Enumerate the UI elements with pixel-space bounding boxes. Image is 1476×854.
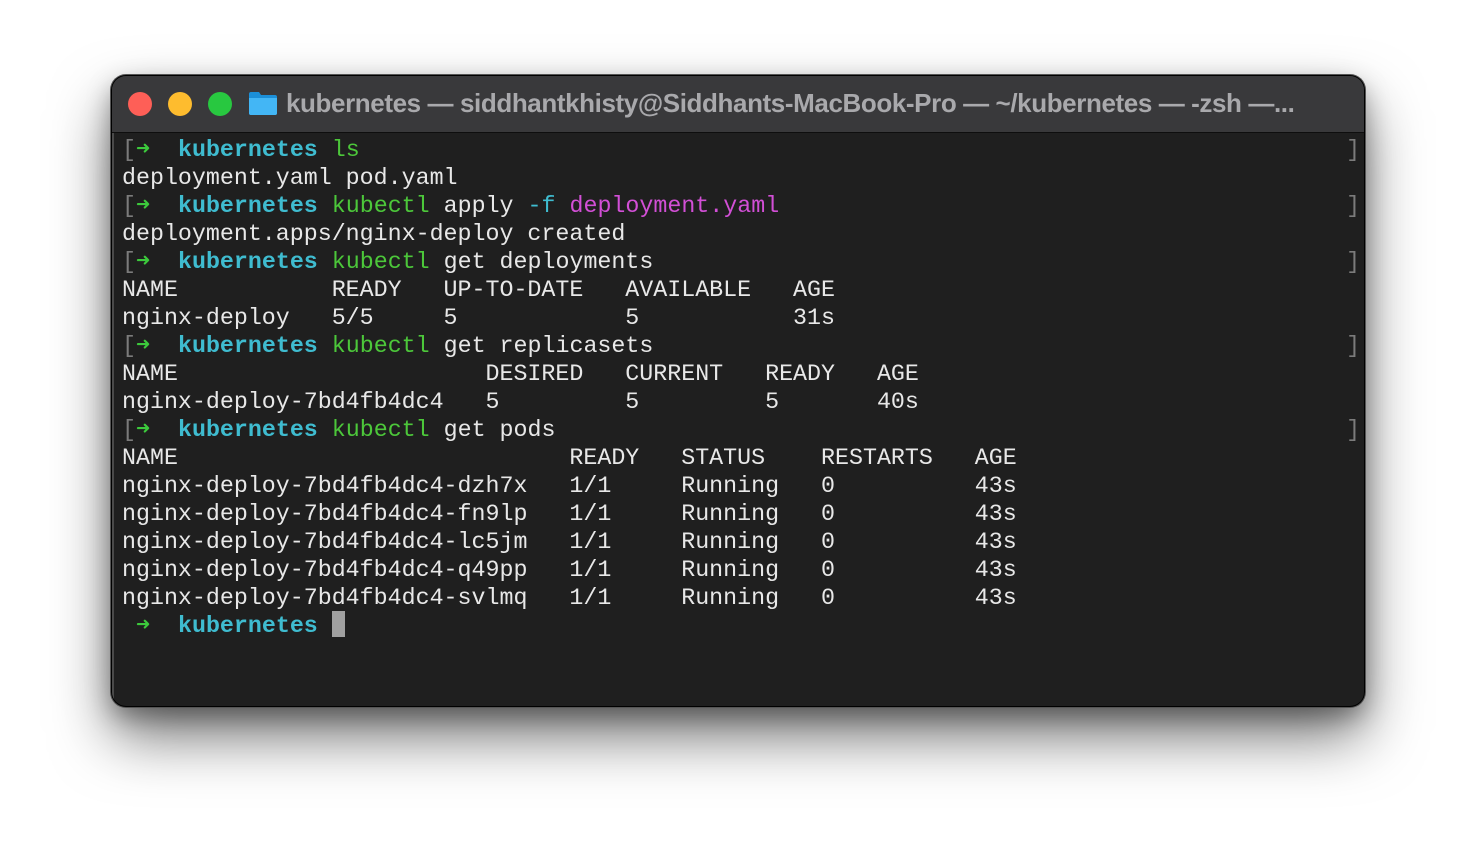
- prompt-arrow-icon: ➜: [135, 333, 151, 359]
- mark-bracket-right: ]: [1346, 333, 1360, 359]
- prompt-arrow-icon: ➜: [135, 613, 151, 639]
- command: kubectl: [331, 249, 430, 275]
- prompt-directory: kubernetes: [177, 249, 318, 275]
- command: kubectl: [331, 333, 430, 359]
- mark-bracket-right: ]: [1346, 193, 1360, 219]
- mark-bracket: [: [122, 249, 136, 275]
- table-header: NAME READY UP-TO-DATE AVAILABLE AGE: [122, 277, 836, 303]
- mark-bracket-right: ]: [1346, 417, 1360, 443]
- folder-icon: [249, 92, 277, 115]
- minimize-button[interactable]: [168, 92, 192, 116]
- command-args: get pods: [429, 417, 556, 443]
- table-row: nginx-deploy-7bd4fb4dc4 5 5 5 40s: [122, 389, 919, 415]
- table-row: nginx-deploy-7bd4fb4dc4-dzh7x 1/1 Runnin…: [122, 473, 1017, 499]
- prompt-line: [➜ kubernetes kubectl get replicasets: [122, 332, 653, 360]
- command-args: apply: [429, 193, 528, 219]
- mark-bracket-right: ]: [1346, 249, 1360, 275]
- mark-bracket: [: [122, 417, 136, 443]
- current-prompt-line[interactable]: ➜ kubernetes: [122, 610, 345, 640]
- prompt-line: [➜ kubernetes kubectl get deployments: [122, 248, 653, 276]
- table-row: nginx-deploy-7bd4fb4dc4-fn9lp 1/1 Runnin…: [122, 501, 1017, 527]
- zoom-button[interactable]: [208, 92, 232, 116]
- prompt-directory: kubernetes: [177, 193, 318, 219]
- command-args: get replicasets: [429, 333, 654, 359]
- output-line: deployment.apps/nginx-deploy created: [122, 221, 626, 247]
- table-row: nginx-deploy 5/5 5 5 31s: [122, 305, 836, 331]
- command: ls: [331, 137, 360, 163]
- prompt-directory: kubernetes: [177, 417, 318, 443]
- prompt-arrow-icon: ➜: [135, 249, 151, 275]
- text-cursor[interactable]: [331, 610, 345, 637]
- window-title: kubernetes — siddhantkhisty@Siddhants-Ma…: [286, 88, 1295, 118]
- prompt-arrow-icon: ➜: [135, 137, 151, 163]
- mark-bracket: [: [122, 137, 136, 163]
- mark-bracket: [: [122, 193, 136, 219]
- prompt-line: [➜ kubernetes kubectl get pods: [122, 416, 555, 444]
- table-header: NAME DESIRED CURRENT READY AGE: [122, 361, 919, 387]
- title-bar[interactable]: kubernetes — siddhantkhisty@Siddhants-Ma…: [112, 76, 1364, 133]
- left-border: [112, 133, 114, 706]
- prompt-arrow-icon: ➜: [135, 417, 151, 443]
- table-row: nginx-deploy-7bd4fb4dc4-lc5jm 1/1 Runnin…: [122, 529, 1017, 555]
- table-header: NAME READY STATUS RESTARTS AGE: [122, 445, 1017, 471]
- prompt-line: [➜ kubernetes kubectl apply -f deploymen…: [122, 192, 779, 220]
- prompt-directory: kubernetes: [177, 137, 318, 163]
- terminal-window: kubernetes — siddhantkhisty@Siddhants-Ma…: [112, 76, 1364, 706]
- prompt-directory: kubernetes: [177, 333, 318, 359]
- command: kubectl: [331, 193, 430, 219]
- command: kubectl: [331, 417, 430, 443]
- command-args: get deployments: [429, 249, 654, 275]
- mark-bracket-right: ]: [1346, 137, 1360, 163]
- command-file-arg: deployment.yaml: [555, 193, 780, 219]
- output-line: deployment.yaml pod.yaml: [122, 165, 458, 191]
- mark-bracket: [: [122, 333, 136, 359]
- terminal-content[interactable]: [➜ kubernetes ls ] deployment.yaml pod.y…: [112, 133, 1364, 706]
- table-row: nginx-deploy-7bd4fb4dc4-svlmq 1/1 Runnin…: [122, 585, 1017, 611]
- command-flag: -f: [527, 193, 556, 219]
- prompt-directory: kubernetes: [177, 613, 318, 639]
- prompt-line: [➜ kubernetes ls: [122, 136, 360, 164]
- close-button[interactable]: [128, 92, 152, 116]
- prompt-arrow-icon: ➜: [135, 193, 151, 219]
- table-row: nginx-deploy-7bd4fb4dc4-q49pp 1/1 Runnin…: [122, 557, 1017, 583]
